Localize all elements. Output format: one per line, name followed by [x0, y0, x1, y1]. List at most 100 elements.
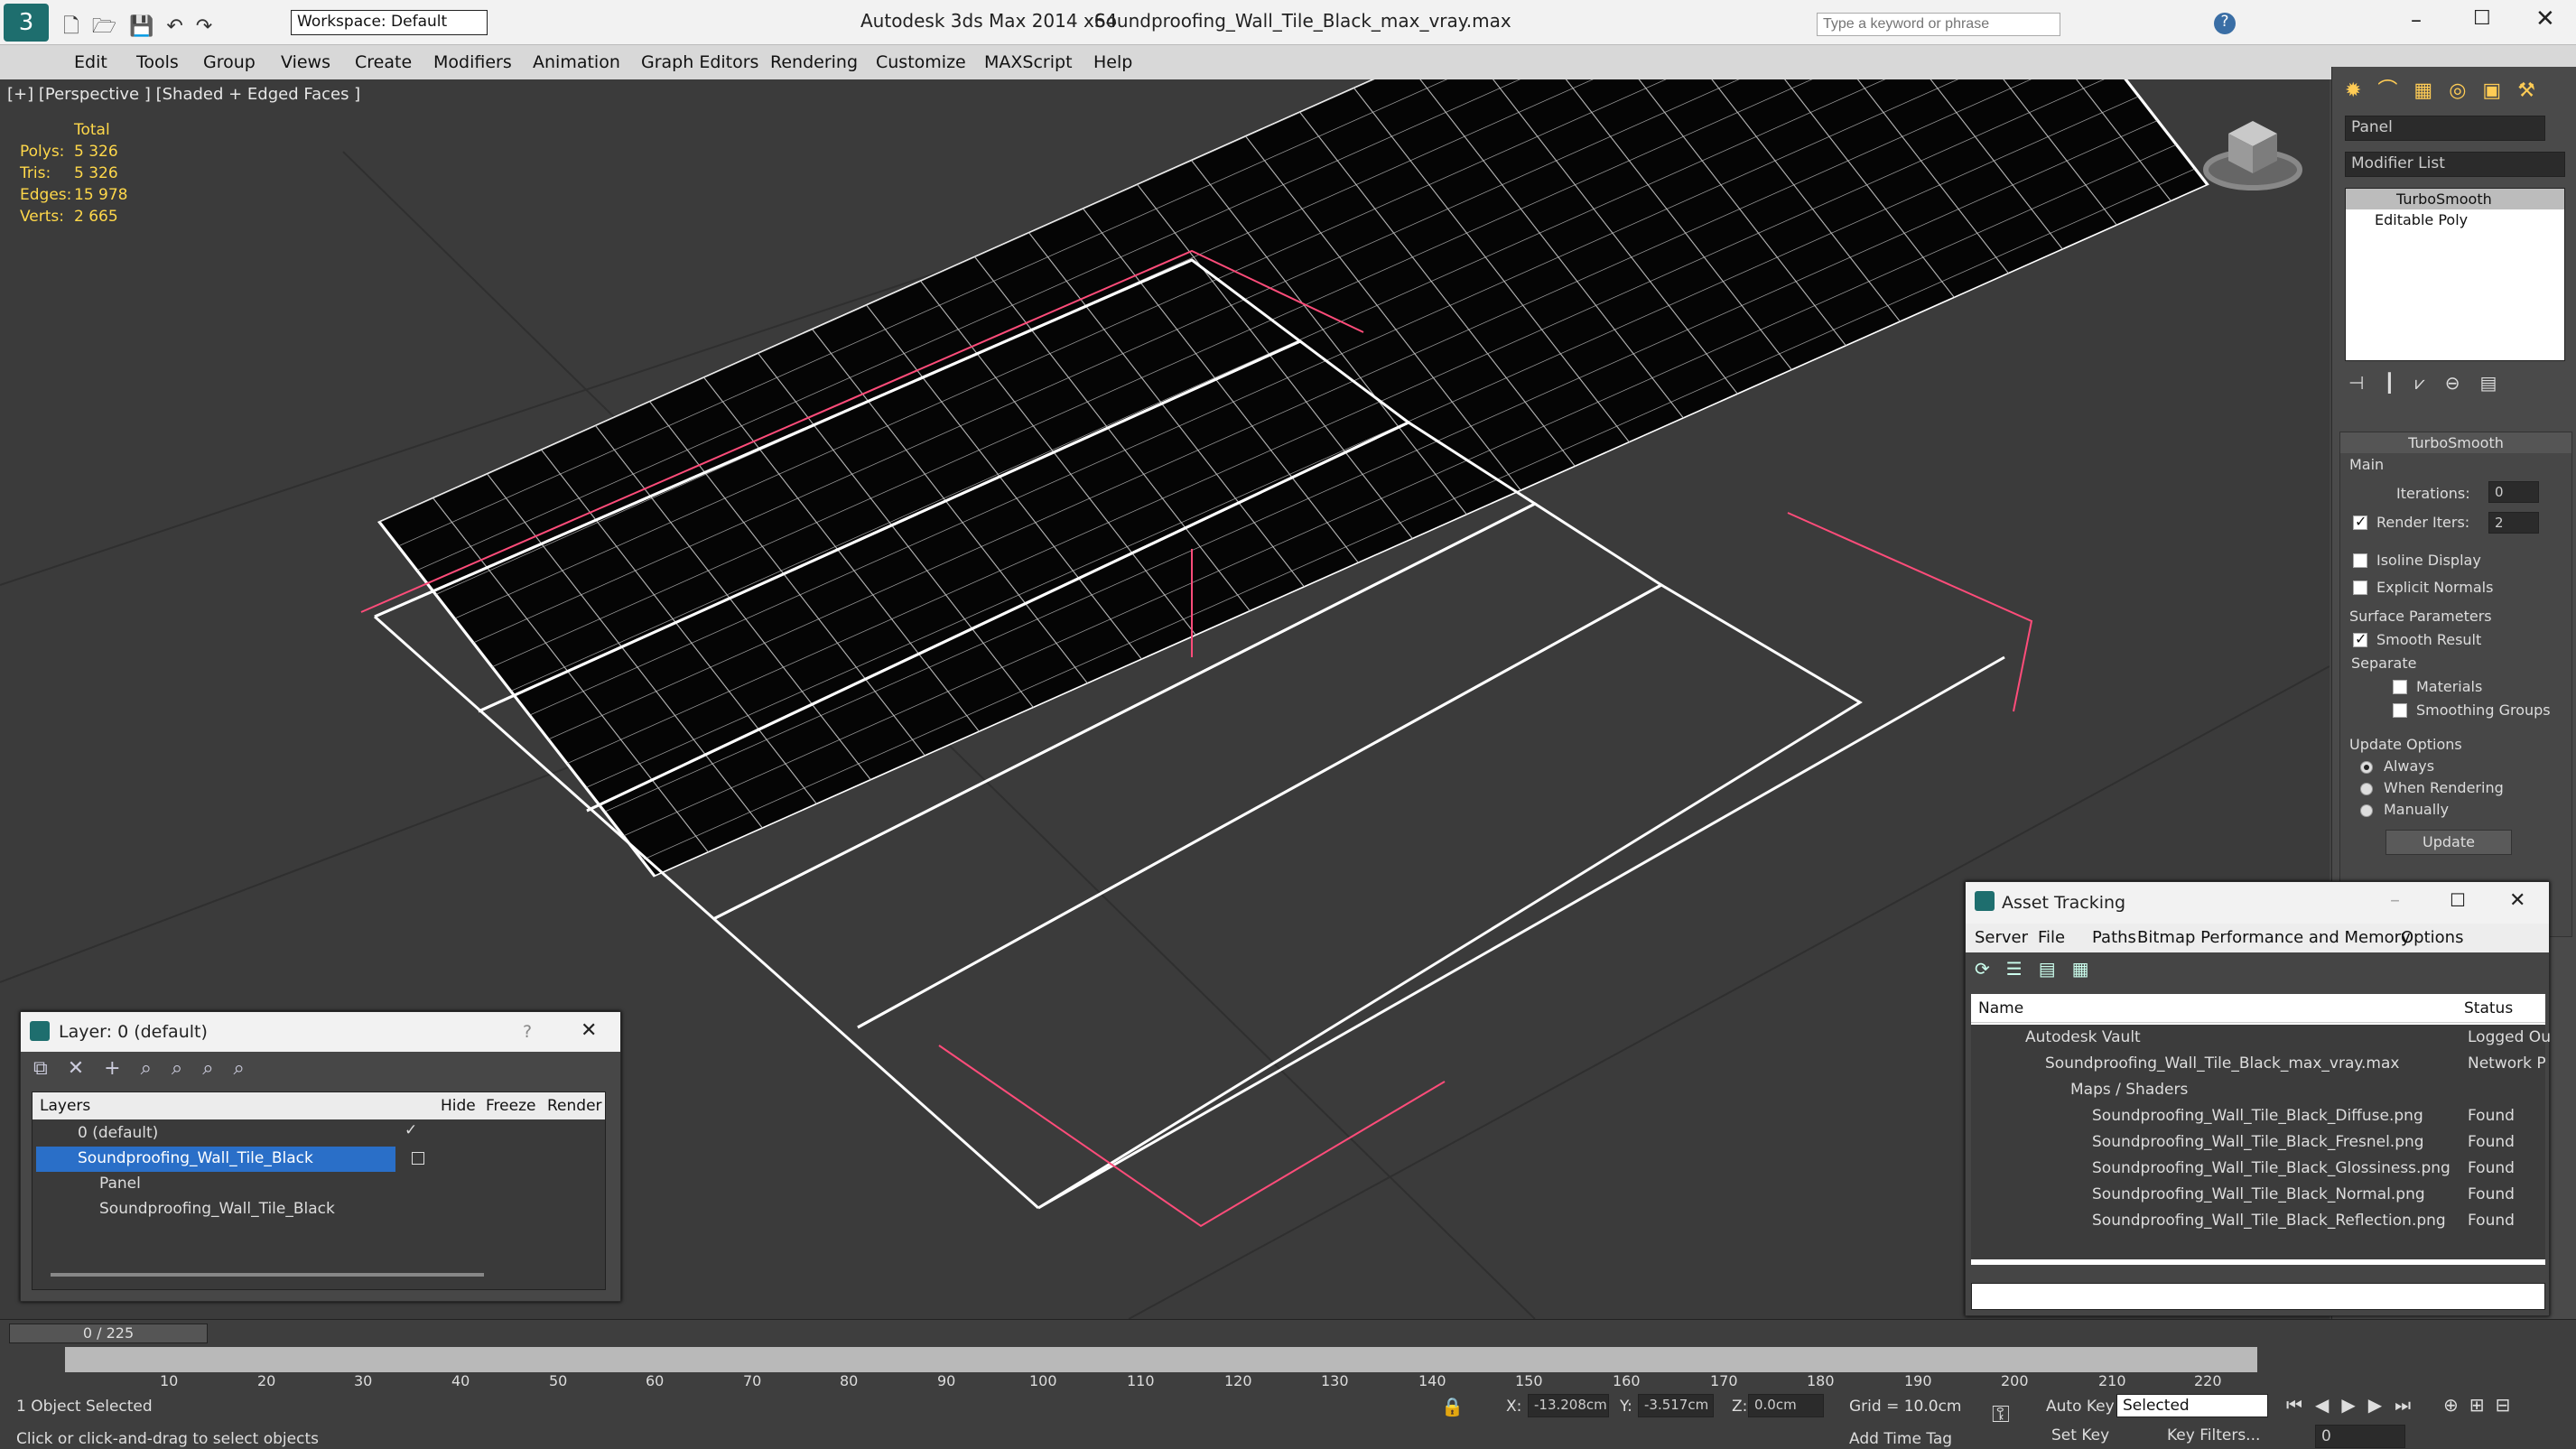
file-title: Soundproofing_Wall_Tile_Black_max_vray.m…: [1094, 10, 1511, 32]
asset-menu-file[interactable]: File: [2038, 928, 2065, 947]
menu-rendering[interactable]: Rendering: [770, 52, 858, 72]
asset-toolbar[interactable]: ⟳☰▤▦: [1975, 958, 2105, 980]
menu-tools[interactable]: Tools: [136, 52, 179, 72]
menu-graph-editors[interactable]: Graph Editors: [641, 52, 758, 72]
asset-window-icon: [1975, 891, 1995, 911]
menu-help[interactable]: Help: [1093, 52, 1132, 72]
col-status[interactable]: Status: [2464, 999, 2513, 1017]
menu-create[interactable]: Create: [355, 52, 412, 72]
asset-window-titlebar[interactable]: Asset Tracking – ☐ ✕: [1966, 882, 2549, 924]
asset-menu-options[interactable]: Options: [2401, 928, 2463, 947]
stack-item-turbosmooth[interactable]: TurboSmooth: [2346, 189, 2564, 209]
key-filters-button[interactable]: Key Filters...: [2167, 1426, 2260, 1444]
asset-menu-bitmap[interactable]: Bitmap Performance and Memory: [2137, 928, 2411, 947]
z-coordinate-field[interactable]: 0.0cm: [1748, 1394, 1824, 1417]
x-coordinate-field[interactable]: -13.208cm: [1528, 1394, 1609, 1417]
menu-animation[interactable]: Animation: [533, 52, 620, 72]
layer-window-icon: [30, 1021, 50, 1041]
asset-row[interactable]: Soundproofing_Wall_Tile_Black_Normal.png…: [1971, 1182, 2545, 1207]
menu-edit[interactable]: Edit: [74, 52, 107, 72]
smoothing-groups-checkbox[interactable]: [2393, 703, 2407, 718]
viewport-label[interactable]: [+] [Perspective ] [Shaded + Edged Faces…: [7, 85, 360, 104]
layer-toolbar[interactable]: ⧉✕+⌕⌕⌕⌕: [33, 1057, 358, 1086]
asset-menu-paths[interactable]: Paths: [2092, 928, 2136, 947]
menu-views[interactable]: Views: [281, 52, 330, 72]
layer-row[interactable]: Soundproofing_Wall_Tile_Black: [33, 1197, 605, 1222]
add-time-tag[interactable]: Add Time Tag: [1849, 1430, 1952, 1448]
layer-row[interactable]: Panel: [33, 1172, 605, 1197]
key-icon[interactable]: ⚿: [1992, 1401, 2010, 1429]
layer-row-selected[interactable]: Soundproofing_Wall_Tile_Black: [33, 1147, 605, 1172]
menu-modifiers[interactable]: Modifiers: [433, 52, 512, 72]
asset-close-button[interactable]: ✕: [2509, 889, 2525, 912]
grid-size: Grid = 10.0cm: [1849, 1398, 1962, 1416]
asset-row[interactable]: Autodesk Vault Logged Ou: [1971, 1025, 2551, 1050]
viewport-nav-controls[interactable]: ⊕⊞⊟: [2443, 1394, 2521, 1416]
asset-row[interactable]: Soundproofing_Wall_Tile_Black_Fresnel.pn…: [1971, 1129, 2545, 1155]
asset-menu-server[interactable]: Server: [1975, 928, 2028, 947]
viewcube[interactable]: [2203, 121, 2302, 190]
isoline-display-checkbox[interactable]: [2353, 553, 2367, 568]
current-frame-field[interactable]: 0: [2315, 1425, 2405, 1448]
layer-window-titlebar[interactable]: Layer: 0 (default) ? ✕: [21, 1012, 620, 1052]
layer-scrollbar[interactable]: [51, 1273, 484, 1277]
time-slider[interactable]: 0 / 225: [9, 1324, 208, 1343]
help-icon[interactable]: ?: [2214, 13, 2236, 34]
track-bar[interactable]: [65, 1347, 2257, 1372]
workspace-dropdown[interactable]: Workspace: Default: [291, 10, 488, 35]
y-coordinate-field[interactable]: -3.517cm: [1638, 1394, 1714, 1417]
asset-minimize-button[interactable]: –: [2390, 889, 2400, 912]
layer-list: Layers Hide Freeze Render 0 (default) ✓ S…: [32, 1091, 606, 1290]
always-radio[interactable]: [2360, 761, 2373, 774]
asset-row[interactable]: Soundproofing_Wall_Tile_Black_Diffuse.pn…: [1971, 1103, 2545, 1129]
asset-row[interactable]: Soundproofing_Wall_Tile_Black_Reflection…: [1971, 1208, 2545, 1233]
update-button[interactable]: Update: [2385, 830, 2512, 855]
modifier-list-dropdown[interactable]: Modifier List: [2345, 152, 2565, 177]
render-iters-spinner[interactable]: 2: [2488, 512, 2539, 534]
lock-selection-icon[interactable]: 🔒: [1441, 1396, 1464, 1417]
close-button[interactable]: ✕: [2535, 5, 2555, 33]
col-freeze[interactable]: Freeze: [486, 1097, 535, 1115]
col-hide[interactable]: Hide: [441, 1097, 476, 1115]
smooth-result-checkbox[interactable]: [2353, 630, 2367, 647]
col-render[interactable]: Render: [547, 1097, 602, 1115]
y-label: Y:: [1620, 1398, 1632, 1416]
materials-checkbox[interactable]: [2393, 680, 2407, 694]
materials-label: Materials: [2416, 678, 2483, 695]
menu-maxscript[interactable]: MAXScript: [984, 52, 1073, 72]
layer-manager-window: Layer: 0 (default) ? ✕ ⧉✕+⌕⌕⌕⌕ Layers Hi…: [20, 1011, 621, 1302]
rollout-title[interactable]: TurboSmooth: [2340, 432, 2571, 453]
menu-customize[interactable]: Customize: [876, 52, 966, 72]
stack-tools[interactable]: ⊣┃⩗⊖▤: [2348, 372, 2516, 394]
asset-maximize-button[interactable]: ☐: [2450, 889, 2466, 911]
minimize-button[interactable]: –: [2411, 7, 2422, 33]
menu-group[interactable]: Group: [203, 52, 256, 72]
manually-radio[interactable]: [2360, 804, 2373, 817]
app-logo-icon[interactable]: 3: [4, 4, 49, 42]
iterations-spinner[interactable]: 0: [2488, 481, 2539, 503]
smoothing-groups-label: Smoothing Groups: [2416, 701, 2551, 719]
set-key-button[interactable]: Set Key: [2051, 1426, 2109, 1444]
object-name-field[interactable]: Panel: [2345, 116, 2545, 141]
explicit-normals-checkbox[interactable]: [2353, 581, 2367, 595]
maximize-button[interactable]: ☐: [2473, 7, 2491, 30]
layer-window-close[interactable]: ✕: [581, 1019, 597, 1042]
asset-row[interactable]: Soundproofing_Wall_Tile_Black_Glossiness…: [1971, 1156, 2545, 1181]
asset-path-field[interactable]: [1971, 1283, 2545, 1310]
modifier-stack: TurboSmooth Editable Poly: [2345, 188, 2565, 361]
col-layers[interactable]: Layers: [40, 1097, 90, 1115]
asset-window-title: Asset Tracking: [2002, 893, 2126, 913]
layer-row[interactable]: 0 (default) ✓: [33, 1121, 605, 1147]
layer-window-help[interactable]: ?: [523, 1022, 532, 1042]
when-rendering-radio[interactable]: [2360, 783, 2373, 795]
asset-row[interactable]: Soundproofing_Wall_Tile_Black_max_vray.m…: [1971, 1051, 2546, 1076]
render-iters-checkbox[interactable]: [2353, 513, 2367, 530]
auto-key-button[interactable]: Auto Key: [2046, 1398, 2115, 1416]
stack-item-editable-poly[interactable]: Editable Poly: [2346, 209, 2564, 230]
col-name[interactable]: Name: [1978, 999, 2023, 1017]
key-mode-dropdown[interactable]: Selected: [2116, 1394, 2268, 1417]
playback-controls[interactable]: ⏮◀▶▶⏭: [2286, 1394, 2423, 1416]
search-input[interactable]: [1817, 13, 2060, 36]
asset-row[interactable]: Maps / Shaders: [1971, 1077, 2545, 1102]
command-panel-tabs[interactable]: ✹⌒▦◎▣⚒: [2345, 74, 2571, 102]
